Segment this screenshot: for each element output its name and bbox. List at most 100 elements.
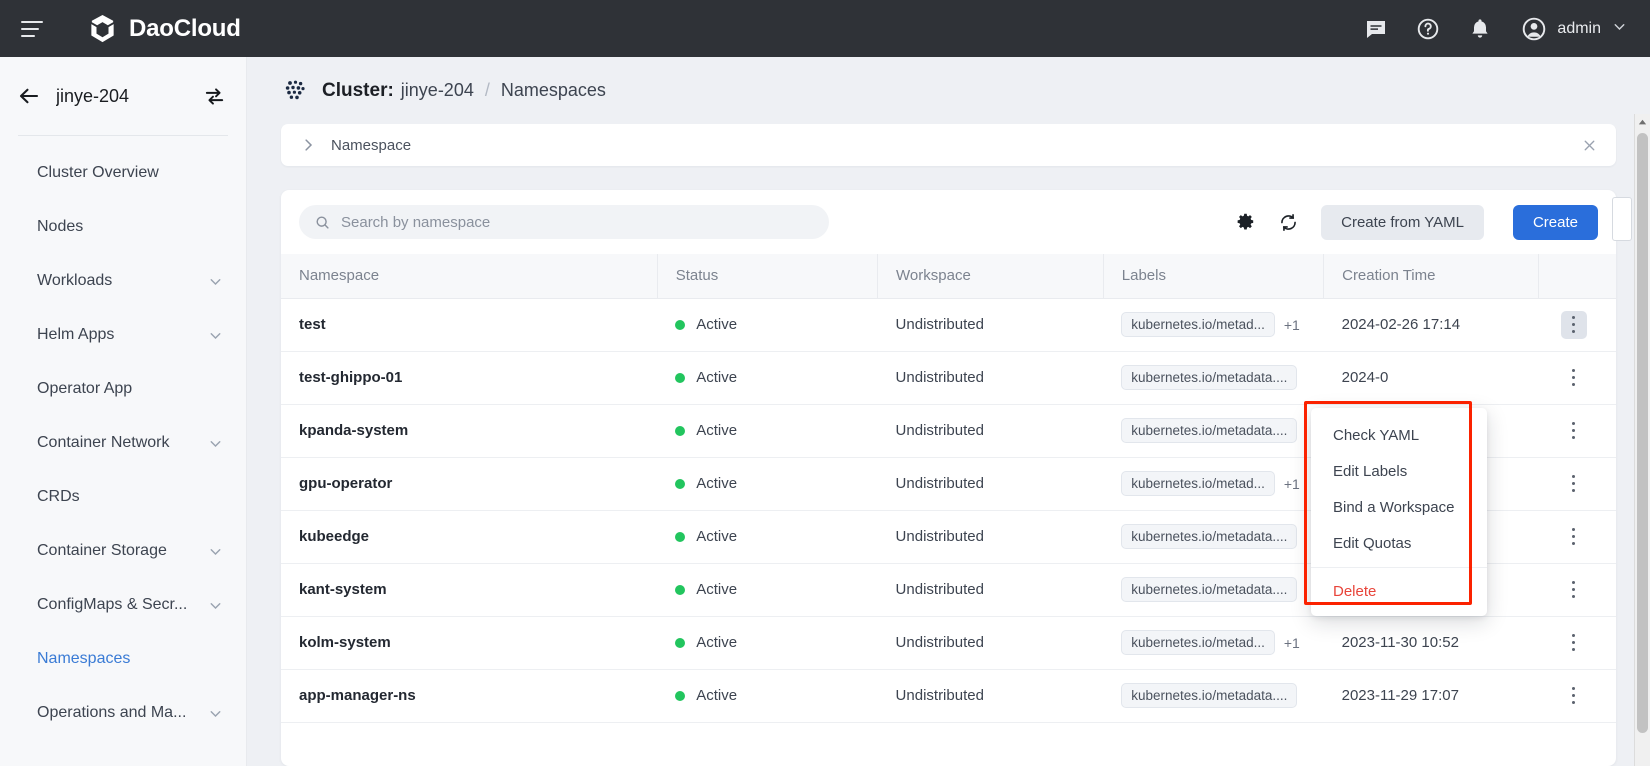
sidebar-item-workloads[interactable]: Workloads (0, 254, 246, 308)
scroll-up-arrow-icon[interactable] (1635, 114, 1650, 131)
close-icon[interactable] (1581, 137, 1598, 154)
hamburger-icon[interactable] (18, 14, 48, 44)
label-chip[interactable]: kubernetes.io/metadata.... (1121, 577, 1298, 602)
cell-status: Active (657, 351, 878, 405)
scrollbar-thumb[interactable] (1637, 133, 1648, 733)
namespace-name[interactable]: app-manager-ns (299, 687, 416, 704)
namespace-name[interactable]: kubeedge (299, 528, 369, 545)
cluster-dots-icon (281, 77, 309, 105)
sidebar-item-operator-app[interactable]: Operator App (0, 362, 246, 416)
cell-namespace: test (281, 298, 658, 352)
chevron-right-icon[interactable] (299, 136, 317, 154)
table-row[interactable]: app-manager-ns Active Undistributed kube… (281, 669, 1616, 723)
cell-status: Active (657, 563, 878, 617)
label-chip[interactable]: kubernetes.io/metadata.... (1121, 683, 1298, 708)
breadcrumb-prefix: Cluster: (322, 79, 394, 101)
create-from-yaml-button[interactable]: Create from YAML (1321, 204, 1484, 240)
namespace-name[interactable]: kolm-system (299, 634, 391, 651)
label-overflow-count[interactable]: +1 (1284, 635, 1300, 651)
namespace-name[interactable]: kant-system (299, 581, 387, 598)
cell-status: Active (657, 298, 878, 352)
switch-cluster-icon[interactable] (202, 84, 226, 108)
cell-labels: kubernetes.io/metadata.... (1103, 563, 1324, 617)
status-badge: Active (675, 316, 877, 333)
cell-creation-time: 2023-11-30 10:52 (1323, 616, 1539, 670)
sidebar-item-container-storage[interactable]: Container Storage (0, 524, 246, 578)
menu-item-delete[interactable]: Delete (1311, 573, 1487, 609)
sidebar-item-nodes[interactable]: Nodes (0, 200, 246, 254)
table-row[interactable]: test-ghippo-01 Active Undistributed kube… (281, 351, 1616, 405)
cell-actions (1538, 616, 1616, 670)
row-actions-kebab-icon[interactable] (1561, 470, 1587, 498)
column-header-namespace[interactable]: Namespace (281, 254, 658, 299)
row-actions-kebab-icon[interactable] (1561, 629, 1587, 657)
label-chip[interactable]: kubernetes.io/metad... (1121, 471, 1275, 496)
status-dot-icon (675, 584, 686, 595)
status-label: Active (696, 634, 738, 651)
search-input[interactable] (341, 213, 814, 231)
refresh-icon[interactable] (1276, 210, 1300, 234)
gear-icon[interactable] (1233, 210, 1257, 234)
chevron-down-icon (207, 597, 224, 614)
side-tab-badge[interactable] (1612, 197, 1632, 241)
sidebar-item-configmaps-secrets[interactable]: ConfigMaps & Secr... (0, 578, 246, 632)
status-label: Active (696, 422, 738, 439)
label-overflow-count[interactable]: +1 (1284, 317, 1300, 333)
sidebar-item-crds[interactable]: CRDs (0, 470, 246, 524)
column-header-creation-time[interactable]: Creation Time (1323, 254, 1540, 299)
create-button[interactable]: Create (1512, 204, 1598, 240)
column-header-status[interactable]: Status (657, 254, 879, 299)
label-chip[interactable]: kubernetes.io/metadata.... (1121, 418, 1298, 443)
label-chip[interactable]: kubernetes.io/metadata.... (1121, 365, 1298, 390)
table-row[interactable]: kolm-system Active Undistributed kuberne… (281, 616, 1616, 670)
sidebar-header: jinye-204 (0, 57, 246, 135)
label-overflow-count[interactable]: +1 (1284, 476, 1300, 492)
status-dot-icon (675, 531, 686, 542)
breadcrumb-separator: / (484, 80, 490, 100)
label-chip[interactable]: kubernetes.io/metad... (1121, 630, 1275, 655)
row-actions-kebab-icon[interactable] (1561, 364, 1587, 392)
column-header-actions (1538, 254, 1616, 299)
sidebar-item-cluster-overview[interactable]: Cluster Overview (0, 146, 246, 200)
row-actions-kebab-icon[interactable] (1560, 310, 1587, 339)
breadcrumb-cluster[interactable]: jinye-204 (401, 80, 474, 101)
menu-item-edit-quotas[interactable]: Edit Quotas (1311, 525, 1487, 561)
status-dot-icon (675, 690, 686, 701)
status-badge: Active (675, 581, 877, 598)
cell-creation-time: 2024-0 (1323, 351, 1539, 405)
top-navigation-bar: DaoCloud admin (0, 0, 1650, 57)
column-header-workspace[interactable]: Workspace (877, 254, 1104, 299)
menu-item-edit-labels[interactable]: Edit Labels (1311, 453, 1487, 489)
row-actions-kebab-icon[interactable] (1561, 417, 1587, 445)
column-header-labels[interactable]: Labels (1103, 254, 1325, 299)
chat-icon[interactable] (1363, 16, 1389, 42)
table-row[interactable]: test Active Undistributed kubernetes.io/… (281, 298, 1616, 352)
row-actions-kebab-icon[interactable] (1561, 523, 1587, 551)
label-chip[interactable]: kubernetes.io/metadata.... (1121, 524, 1298, 549)
browser-scrollbar[interactable] (1634, 114, 1650, 766)
brand-logo-group[interactable]: DaoCloud (87, 13, 241, 44)
menu-item-bind-a-workspace[interactable]: Bind a Workspace (1311, 489, 1487, 525)
user-menu[interactable]: admin (1521, 16, 1628, 42)
row-context-menu[interactable]: Check YAML Edit Labels Bind a Workspace … (1311, 408, 1487, 616)
sidebar: jinye-204 Cluster Overview Nodes Workloa… (0, 57, 247, 766)
sidebar-item-helm-apps[interactable]: Helm Apps (0, 308, 246, 362)
label-chip[interactable]: kubernetes.io/metad... (1121, 312, 1275, 337)
help-icon[interactable] (1415, 16, 1441, 42)
namespace-name[interactable]: gpu-operator (299, 475, 392, 492)
menu-item-check-yaml[interactable]: Check YAML (1311, 417, 1487, 453)
sidebar-item-container-network[interactable]: Container Network (0, 416, 246, 470)
status-badge: Active (675, 475, 877, 492)
row-actions-kebab-icon[interactable] (1561, 576, 1587, 604)
back-arrow-icon[interactable] (16, 83, 42, 109)
sidebar-item-label: CRDs (37, 488, 80, 505)
namespace-name[interactable]: kpanda-system (299, 422, 408, 439)
search-box[interactable] (299, 205, 829, 239)
sidebar-item-operations-and-maintenance[interactable]: Operations and Ma... (0, 686, 246, 740)
row-actions-kebab-icon[interactable] (1561, 682, 1587, 710)
cell-actions (1538, 404, 1616, 458)
bell-icon[interactable] (1467, 16, 1493, 42)
namespace-name[interactable]: test (299, 316, 326, 333)
sidebar-item-namespaces[interactable]: Namespaces (0, 632, 246, 686)
namespace-name[interactable]: test-ghippo-01 (299, 369, 402, 386)
